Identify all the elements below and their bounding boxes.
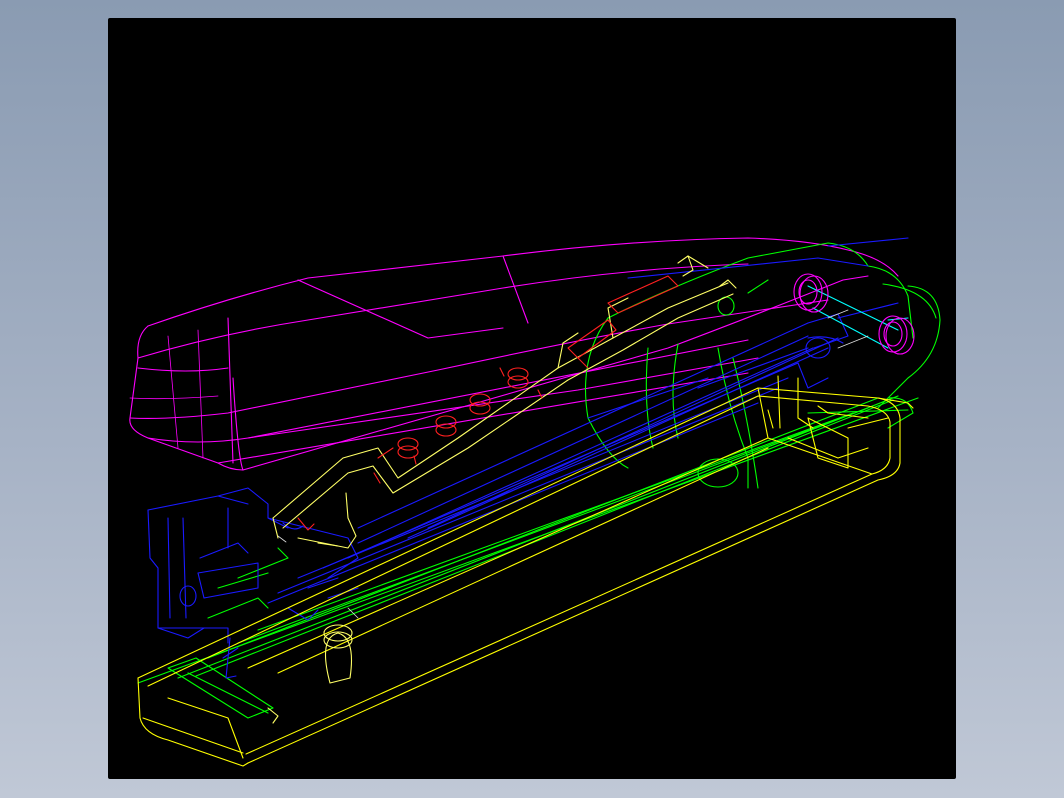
cad-viewport[interactable] [108, 18, 956, 779]
spring-channel-wireframe [137, 242, 941, 719]
stapler-wireframe-drawing [129, 237, 941, 767]
pin-markers [297, 275, 679, 531]
rail-end-details [277, 309, 869, 619]
magazine-rail-wireframe [147, 237, 909, 679]
